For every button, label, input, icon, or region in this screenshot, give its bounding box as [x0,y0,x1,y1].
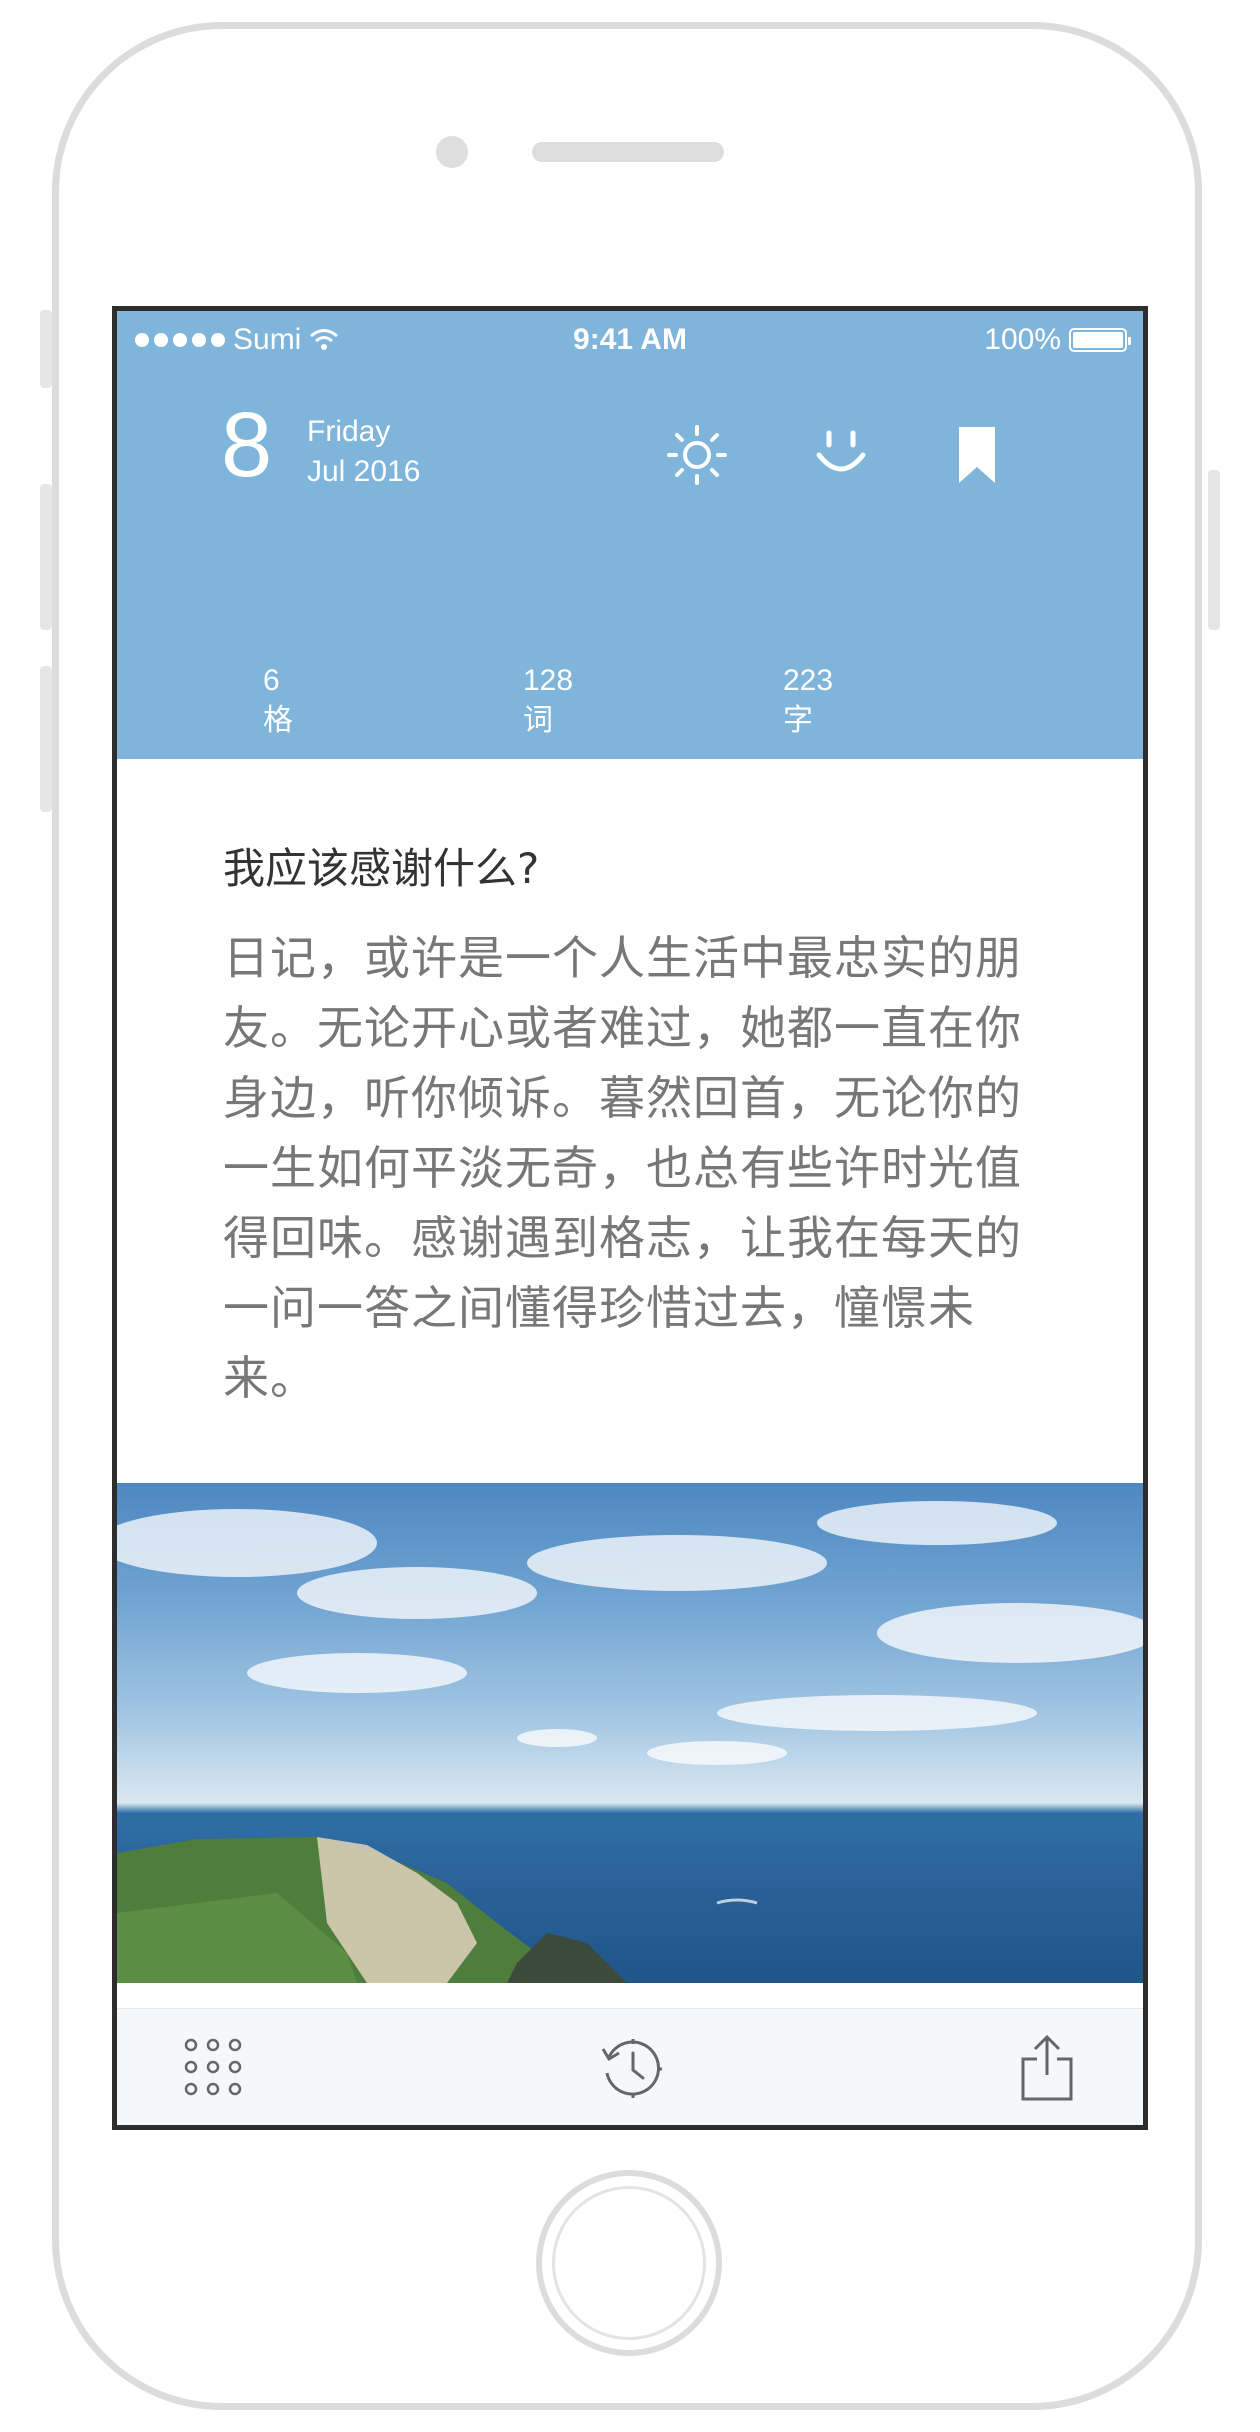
sun-icon[interactable] [665,423,729,487]
battery-icon [1069,328,1131,352]
bottom-toolbar [117,2008,1143,2125]
stat-value: 223 [783,664,834,697]
stat-value: 128 [523,664,574,697]
app-screen: Sumi 9:41 AM 100% 8 Friday Jul 2016 6 格 … [112,306,1148,2130]
month-year-label: Jul 2016 [307,455,421,488]
entry-text[interactable]: 日记，或许是一个人生活中最忠实的朋友。无论开心或者难过，她都一直在你身边，听你倾… [223,923,1023,1413]
stat-cells: 6 格 [263,661,293,741]
front-camera [436,136,468,168]
entry-body[interactable]: 我应该感谢什么? 日记，或许是一个人生活中最忠实的朋友。无论开心或者难过，她都一… [117,759,1143,1483]
entry-question: 我应该感谢什么? [223,844,540,893]
power-button [1208,470,1220,630]
weekday-label: Friday [307,415,391,448]
volume-down-button [40,666,52,812]
stat-label: 格 [263,704,293,737]
battery-percent: 100% [984,323,1061,356]
smile-icon[interactable] [809,423,873,487]
stat-characters: 223 字 [783,661,833,741]
status-bar: Sumi 9:41 AM 100% [117,311,1143,367]
history-icon[interactable] [597,2033,667,2103]
mute-switch [40,310,52,388]
stat-label: 字 [783,704,813,737]
entry-header: Sumi 9:41 AM 100% 8 Friday Jul 2016 6 格 … [117,311,1143,759]
stat-value: 6 [263,664,280,697]
earpiece-speaker [532,142,724,162]
day-number: 8 [221,394,273,496]
stat-words: 128 词 [523,661,573,741]
home-button[interactable] [536,2170,722,2356]
volume-up-button [40,484,52,630]
entry-photo[interactable] [117,1483,1143,1983]
stat-label: 词 [523,704,553,737]
grid-icon[interactable] [183,2037,243,2097]
share-icon[interactable] [1017,2033,1077,2103]
bookmark-icon[interactable] [957,425,997,485]
